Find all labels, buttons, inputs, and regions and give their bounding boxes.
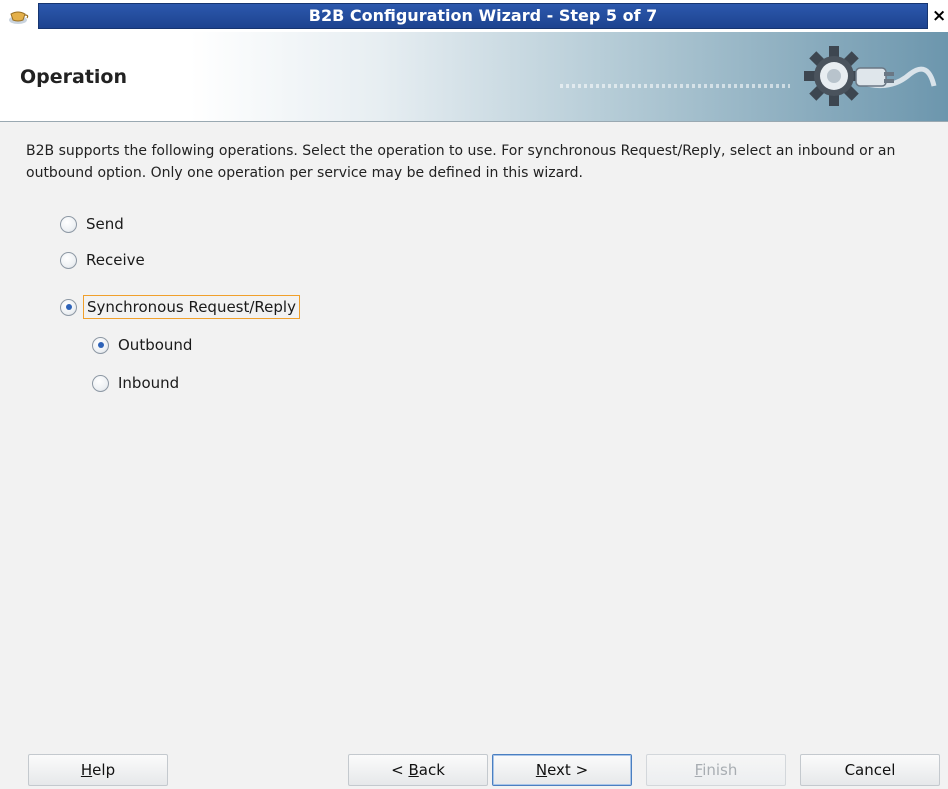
inbound-label: Inbound xyxy=(118,374,180,392)
inbound-radio[interactable] xyxy=(92,374,109,392)
next-mnemonic: N xyxy=(535,761,548,779)
header-decoration xyxy=(560,84,790,88)
help-rest: elp xyxy=(92,761,116,779)
outbound-label: Outbound xyxy=(118,336,193,354)
send-label: Send xyxy=(86,215,124,233)
coffee-cup-icon xyxy=(9,11,29,24)
page-title: Operation xyxy=(20,66,128,88)
window-title: B2B Configuration Wizard - Step 5 of 7 xyxy=(308,6,658,25)
title-bar: B2B Configuration Wizard - Step 5 of 7 × xyxy=(0,0,948,32)
help-mnemonic: H xyxy=(80,761,93,779)
gear-plug-icon xyxy=(804,46,937,106)
close-icon[interactable]: × xyxy=(932,3,948,29)
inbound-option[interactable]: Inbound xyxy=(92,370,182,396)
send-radio[interactable] xyxy=(60,215,77,233)
outbound-option[interactable]: Outbound xyxy=(92,332,195,358)
sync-request-reply-option[interactable]: Synchronous Request/Reply xyxy=(60,294,300,320)
back-button[interactable]: < Back xyxy=(348,754,488,786)
help-button[interactable]: Help xyxy=(28,754,168,786)
receive-option[interactable]: Receive xyxy=(60,247,148,273)
receive-label: Receive xyxy=(86,251,145,269)
send-option[interactable]: Send xyxy=(60,211,127,237)
cancel-button[interactable]: Cancel xyxy=(800,754,940,786)
finish-button[interactable]: Finish xyxy=(646,754,786,786)
back-rest: ack xyxy=(418,761,445,779)
instructions-text: B2B supports the following operations. S… xyxy=(26,143,896,181)
receive-radio[interactable] xyxy=(60,251,77,269)
next-button[interactable]: Next > xyxy=(492,754,632,786)
back-prefix: < xyxy=(391,761,409,779)
sync-request-reply-label: Synchronous Request/Reply xyxy=(83,295,300,319)
wizard-header: Operation xyxy=(0,32,948,122)
outbound-radio[interactable] xyxy=(92,336,109,354)
next-rest: ext > xyxy=(547,761,589,779)
sync-request-reply-radio[interactable] xyxy=(60,298,77,316)
back-mnemonic: B xyxy=(408,761,419,779)
finish-rest: inish xyxy=(702,761,738,779)
